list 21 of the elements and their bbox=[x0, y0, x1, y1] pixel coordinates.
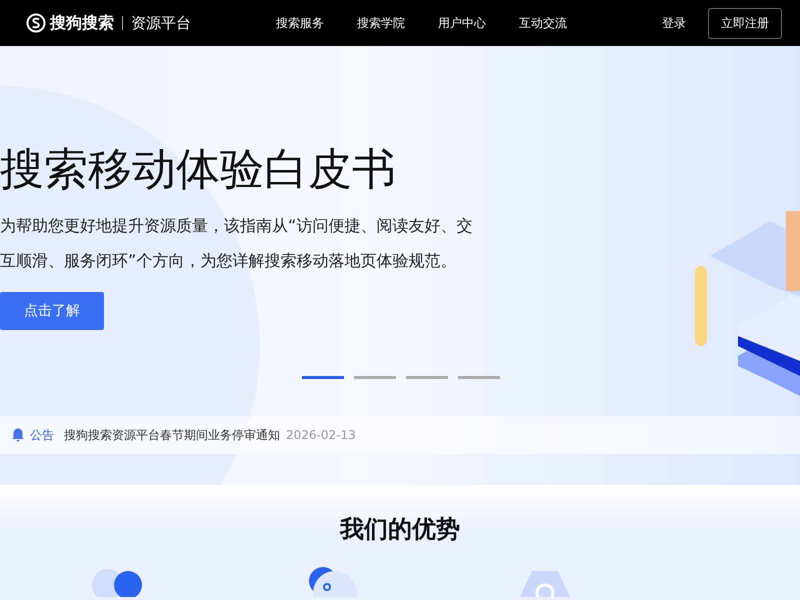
notice-link[interactable]: 搜狗搜索资源平台春节期间业务停审通知 bbox=[64, 426, 280, 444]
carousel-indicator[interactable] bbox=[458, 376, 500, 379]
nav-link[interactable]: 用户中心 bbox=[438, 14, 486, 32]
nav-link[interactable]: 搜索学院 bbox=[357, 14, 405, 32]
notice-date: 2026-02-13 bbox=[286, 428, 356, 442]
nav-link[interactable]: 搜索服务 bbox=[276, 14, 324, 32]
platform-name: 资源平台 bbox=[131, 14, 191, 32]
hero-description: 为帮助您更好地提升资源质量，该指南从“访问便捷、阅读友好、交互顺滑、服务闭环”个方向，为您详解搜索移动落地页体验规范。 bbox=[0, 215, 474, 272]
section-title: 我们的优势 bbox=[338, 514, 461, 545]
hero-title: 搜索移动体验白皮书 bbox=[0, 143, 397, 197]
logo-text[interactable]: 搜狗搜索 bbox=[50, 12, 114, 34]
carousel-indicator[interactable] bbox=[302, 376, 344, 379]
nav-link[interactable]: 互动交流 bbox=[519, 14, 567, 32]
learn-more-button[interactable]: 点击了解 bbox=[0, 292, 104, 330]
notice-label: 公告 bbox=[30, 426, 54, 444]
logo-icon bbox=[26, 13, 46, 33]
carousel-indicator[interactable] bbox=[406, 376, 448, 379]
register-button[interactable]: 立即注册 bbox=[708, 8, 782, 38]
bell-icon bbox=[12, 428, 24, 442]
carousel-indicator[interactable] bbox=[354, 376, 396, 379]
login-link[interactable]: 登录 bbox=[662, 14, 686, 32]
